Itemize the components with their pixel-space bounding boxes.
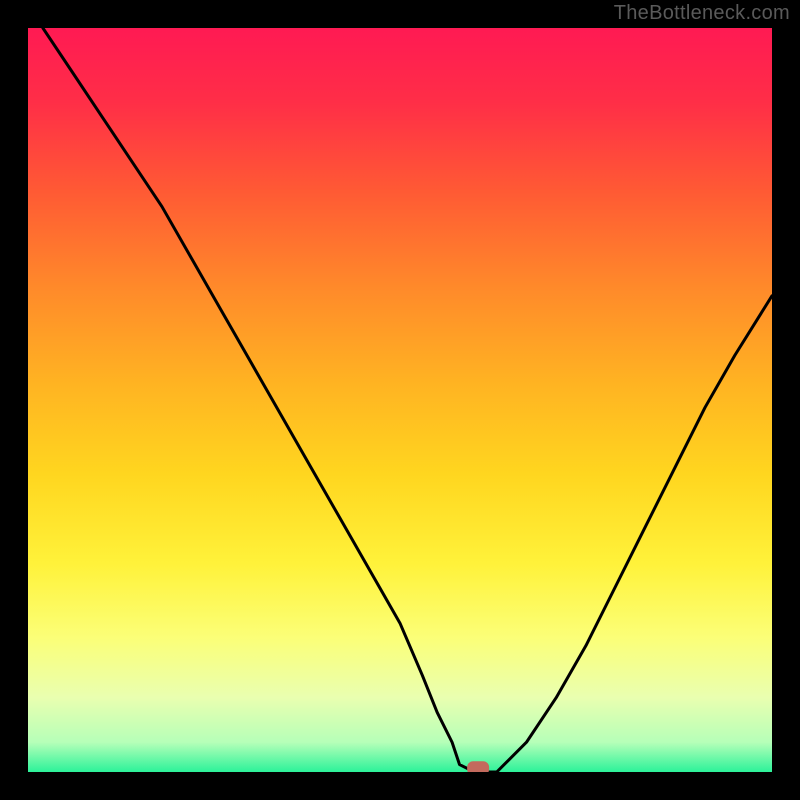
plot-svg (28, 28, 772, 772)
plot-area (28, 28, 772, 772)
watermark-label: TheBottleneck.com (614, 2, 790, 25)
gradient-background (28, 28, 772, 772)
chart-container: TheBottleneck.com (0, 0, 800, 800)
optimal-marker (467, 761, 489, 772)
